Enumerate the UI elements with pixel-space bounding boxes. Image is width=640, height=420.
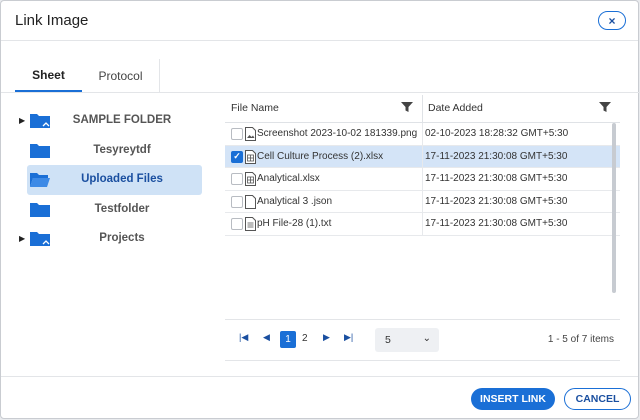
pagination-bar: |◀ ◀ 1 2 ▶ ▶| 5 ⌄ 1 - 5 of 7 items [225,319,620,361]
folder-item-projects[interactable]: ▶ Projects [15,224,205,254]
folder-tree: ▶ SAMPLE FOLDER Tesyreytdf Uploaded File… [15,106,205,254]
folder-shared-icon [30,232,50,246]
row-checkbox[interactable] [231,195,243,208]
file-name: Analytical.xlsx [257,173,320,184]
filter-icon[interactable] [401,101,413,113]
expand-arrow-icon[interactable]: ▶ [19,234,25,243]
folder-label: Tesyreytdf [93,143,151,156]
tab-sheet[interactable]: Sheet [15,59,82,92]
file-table: File Name Date Added Screenshot 2023-10-… [225,95,620,236]
table-row[interactable]: Screenshot 2023-10-02 181339.png 02-10-2… [225,123,620,146]
folder-icon [30,143,50,158]
row-checkbox[interactable] [231,173,243,185]
file-date: 02-10-2023 18:28:32 GMT+5:30 [425,128,569,139]
table-row[interactable]: Analytical.xlsx 17-11-2023 21:30:08 GMT+… [225,168,620,191]
folder-item-testfolder[interactable]: Testfolder [15,195,205,225]
generic-file-icon [245,194,256,209]
expand-arrow-icon[interactable]: ▶ [19,116,25,125]
folder-item-sample-folder[interactable]: ▶ SAMPLE FOLDER [15,106,205,136]
tab-protocol[interactable]: Protocol [82,59,160,92]
dialog-footer: INSERT LINK CANCEL [1,376,638,420]
next-page-icon[interactable]: ▶ [323,332,330,343]
folder-open-icon [30,173,50,187]
link-image-dialog: Link Image × Sheet Protocol ▶ SAMPLE FOL… [0,0,640,420]
prev-page-icon[interactable]: ◀ [263,332,270,343]
folder-icon [30,202,50,217]
column-header-date-added[interactable]: Date Added [428,102,483,114]
page-size-select[interactable]: 5 ⌄ [375,328,439,352]
close-icon: × [608,13,616,28]
table-scrollbar[interactable] [612,123,616,293]
spreadsheet-file-icon [245,149,256,164]
page-size-value: 5 [385,334,391,346]
column-divider [422,168,423,190]
column-divider [422,145,423,167]
column-header-file-name[interactable]: File Name [231,102,279,114]
last-page-icon[interactable]: ▶| [344,332,353,343]
tabs-divider [1,92,640,93]
file-name: Cell Culture Process (2).xlsx [257,150,384,162]
cancel-button[interactable]: CANCEL [564,388,631,410]
tab-bar: Sheet Protocol [15,59,163,93]
file-date: 17-11-2023 21:30:08 GMT+5:30 [425,218,568,229]
page-button-2[interactable]: 2 [302,333,308,344]
page-button-1[interactable]: 1 [280,331,296,348]
table-header: File Name Date Added [225,95,620,123]
table-row[interactable]: Analytical 3 .json 17-11-2023 21:30:08 G… [225,190,620,213]
table-row[interactable]: pH File-28 (1).txt 17-11-2023 21:30:08 G… [225,213,620,236]
folder-label: Testfolder [94,202,150,215]
image-file-icon [245,127,256,141]
insert-link-button[interactable]: INSERT LINK [471,388,555,410]
folder-item-uploaded-files[interactable]: Uploaded Files [27,165,202,195]
row-checkbox[interactable] [231,218,243,230]
row-checkbox[interactable]: ✓ [231,150,243,163]
dialog-header: Link Image × [1,1,638,41]
spreadsheet-file-icon [245,172,256,186]
file-date: 17-11-2023 21:30:08 GMT+5:30 [425,173,568,184]
column-divider [422,213,423,235]
table-row[interactable]: ✓ Cell Culture Process (2).xlsx 17-11-20… [225,145,620,168]
column-divider [422,123,423,145]
filter-icon[interactable] [599,101,611,113]
file-date: 17-11-2023 21:30:08 GMT+5:30 [425,150,568,162]
first-page-icon[interactable]: |◀ [239,332,248,343]
close-button[interactable]: × [598,11,626,30]
file-name: Screenshot 2023-10-02 181339.png [257,128,418,139]
folder-item-tesyreytdf[interactable]: Tesyreytdf [15,136,205,166]
file-date: 17-11-2023 21:30:08 GMT+5:30 [425,195,568,207]
column-divider [422,190,423,212]
file-name: pH File-28 (1).txt [257,218,332,229]
dialog-title: Link Image [15,12,89,29]
file-name: Analytical 3 .json [257,195,333,207]
row-checkbox[interactable] [231,128,243,140]
chevron-down-icon: ⌄ [422,333,431,344]
text-file-icon [245,217,256,231]
folder-label: Uploaded Files [81,173,163,185]
folder-shared-icon [30,114,50,128]
folder-label: SAMPLE FOLDER [72,114,172,126]
folder-label: Projects [99,232,145,244]
column-divider [422,95,423,123]
items-summary: 1 - 5 of 7 items [547,334,614,345]
